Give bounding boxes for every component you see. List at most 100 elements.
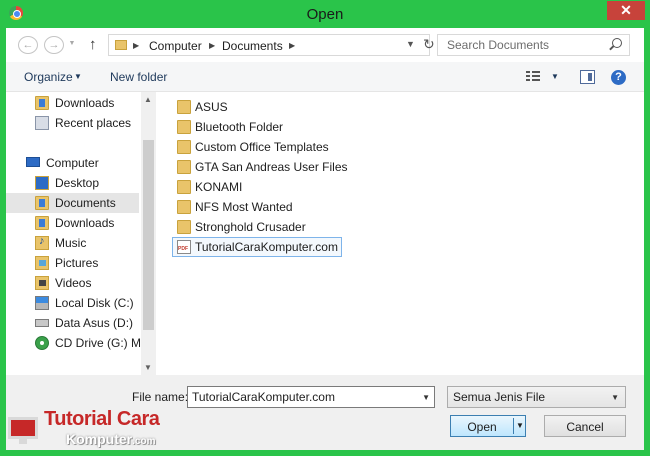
navigation-row: ← → ▼ ↑ ▶ Computer ▶ Documents ▶ ▼ ↻ [6, 28, 644, 62]
sidebar-item-pictures[interactable]: Pictures [6, 253, 139, 273]
sidebar-item-videos[interactable]: Videos [6, 273, 139, 293]
sidebar-item-cd-drive[interactable]: CD Drive (G:) Mo [6, 333, 148, 353]
address-dropdown-icon[interactable]: ▼ [406, 39, 415, 49]
list-item-selected[interactable]: TutorialCaraKomputer.com [172, 237, 342, 257]
sidebar-item-downloads-2[interactable]: Downloads [6, 213, 139, 233]
split-divider [513, 418, 514, 434]
search-icon[interactable] [612, 38, 622, 48]
file-name: NFS Most Wanted [195, 200, 293, 214]
cancel-button-label: Cancel [566, 420, 604, 434]
sidebar-item-computer[interactable]: Computer [6, 153, 139, 173]
sidebar-item-label: Documents [55, 196, 116, 210]
sidebar-item-label: Local Disk (C:) [55, 296, 134, 310]
sidebar-item-label: Downloads [55, 216, 115, 230]
file-name: TutorialCaraKomputer.com [195, 240, 338, 254]
help-icon[interactable]: ? [611, 70, 626, 85]
refresh-icon[interactable]: ↻ [423, 36, 435, 53]
breadcrumb-computer[interactable]: Computer [149, 39, 202, 53]
address-folder-icon [115, 40, 127, 50]
list-item[interactable]: NFS Most Wanted [172, 197, 312, 217]
title-bar[interactable]: Open ✕ [0, 0, 650, 28]
navigation-pane-scrollbar[interactable]: ▲ ▼ [141, 92, 156, 375]
sidebar-item-label: Music [55, 236, 87, 250]
sidebar-item-data-asus[interactable]: Data Asus (D:) [6, 313, 139, 333]
file-name: Bluetooth Folder [195, 120, 284, 134]
close-button[interactable]: ✕ [607, 1, 645, 20]
new-folder-button[interactable]: New folder [110, 70, 167, 84]
sidebar-item-local-disk[interactable]: Local Disk (C:) [6, 293, 139, 313]
list-item[interactable]: Stronghold Crusader [172, 217, 332, 237]
file-name: GTA San Andreas User Files [195, 160, 348, 174]
sidebar-item-documents[interactable]: Documents [6, 193, 139, 213]
change-view-icon[interactable] [526, 71, 540, 83]
videos-folder-icon [35, 276, 49, 290]
sidebar-item-desktop[interactable]: Desktop [6, 173, 139, 193]
cancel-button[interactable]: Cancel [544, 415, 626, 437]
recent-locations-dropdown-icon[interactable]: ▼ [66, 36, 78, 54]
file-name-dropdown-icon[interactable]: ▼ [422, 393, 430, 402]
music-folder-icon [35, 235, 49, 250]
file-type-filter-select[interactable]: Semua Jenis File ▼ [447, 386, 626, 408]
sidebar-item-label: Downloads [55, 96, 115, 110]
list-item[interactable]: KONAMI [172, 177, 272, 197]
list-item[interactable]: ASUS [172, 97, 272, 117]
open-options-dropdown-icon[interactable]: ▼ [516, 421, 524, 430]
address-bar[interactable]: ▶ Computer ▶ Documents ▶ ▼ ↻ [108, 34, 435, 56]
local-disk-icon [35, 296, 49, 310]
organize-caret-icon[interactable]: ▼ [74, 72, 82, 81]
search-input[interactable] [439, 36, 605, 54]
folder-icon [177, 160, 191, 174]
dialog-client-area: ← → ▼ ↑ ▶ Computer ▶ Documents ▶ ▼ ↻ Org… [6, 28, 644, 450]
cd-drive-icon [35, 336, 49, 350]
sidebar-item-label: CD Drive (G:) Mo [55, 336, 148, 350]
file-name-field[interactable]: TutorialCaraKomputer.com ▼ [187, 386, 435, 408]
downloads-folder-icon [35, 216, 49, 230]
open-button[interactable]: Open ▼ [450, 415, 526, 437]
back-button[interactable]: ← [18, 36, 38, 54]
file-type-filter-value: Semua Jenis File [453, 390, 546, 404]
forward-button[interactable]: → [44, 36, 64, 54]
sidebar-item-recent-places[interactable]: Recent places [6, 113, 139, 133]
file-name: ASUS [195, 100, 228, 114]
downloads-folder-icon [35, 96, 49, 110]
watermark-line2-text: Komputer [66, 431, 133, 447]
file-name: Custom Office Templates [195, 140, 329, 154]
folder-icon [177, 120, 191, 134]
recent-places-icon [35, 116, 49, 130]
sidebar-item-label: Desktop [55, 176, 100, 190]
scroll-up-icon[interactable]: ▲ [144, 95, 152, 104]
preview-pane-icon[interactable] [580, 70, 595, 84]
list-item[interactable]: Bluetooth Folder [172, 117, 312, 137]
breadcrumb-documents[interactable]: Documents [222, 39, 283, 53]
breadcrumb-separator-icon: ▶ [133, 41, 140, 50]
pictures-folder-icon [35, 256, 49, 270]
chevron-down-icon: ▼ [611, 393, 619, 402]
navigation-pane: Downloads Recent places Computer Desktop… [6, 92, 156, 375]
file-name-value: TutorialCaraKomputer.com [192, 390, 335, 404]
sidebar-item-label: Recent places [55, 116, 132, 130]
up-one-level-button[interactable]: ↑ [89, 36, 97, 53]
open-dialog-window: Open ✕ ← → ▼ ↑ ▶ Computer ▶ Documents ▶ … [0, 0, 650, 456]
drive-icon [35, 319, 49, 327]
view-options-caret-icon[interactable]: ▼ [551, 72, 559, 81]
sidebar-item-label: Pictures [55, 256, 99, 270]
scroll-down-icon[interactable]: ▼ [144, 363, 152, 372]
sidebar-item-music[interactable]: Music [6, 233, 139, 253]
folder-icon [177, 100, 191, 114]
organize-button[interactable]: Organize [24, 70, 73, 84]
folder-icon [177, 200, 191, 214]
list-item[interactable]: GTA San Andreas User Files [172, 157, 372, 177]
command-toolbar: Organize ▼ New folder ▼ ? [6, 62, 644, 92]
scrollbar-thumb[interactable] [143, 140, 154, 330]
sidebar-item-downloads[interactable]: Downloads [6, 93, 139, 113]
breadcrumb-separator-icon: ▶ [209, 41, 216, 50]
search-box[interactable] [437, 34, 630, 56]
watermark-line2-suffix: .com [132, 436, 156, 447]
watermark-line1: Tutorial Cara [44, 408, 160, 430]
breadcrumb-separator-icon[interactable]: ▶ [289, 41, 295, 50]
watermark-line2: Komputer.com [66, 431, 155, 447]
sidebar-item-label: Videos [55, 276, 92, 290]
folder-icon [177, 140, 191, 154]
list-item[interactable]: Custom Office Templates [172, 137, 352, 157]
sidebar-item-label: Data Asus (D:) [55, 316, 134, 330]
